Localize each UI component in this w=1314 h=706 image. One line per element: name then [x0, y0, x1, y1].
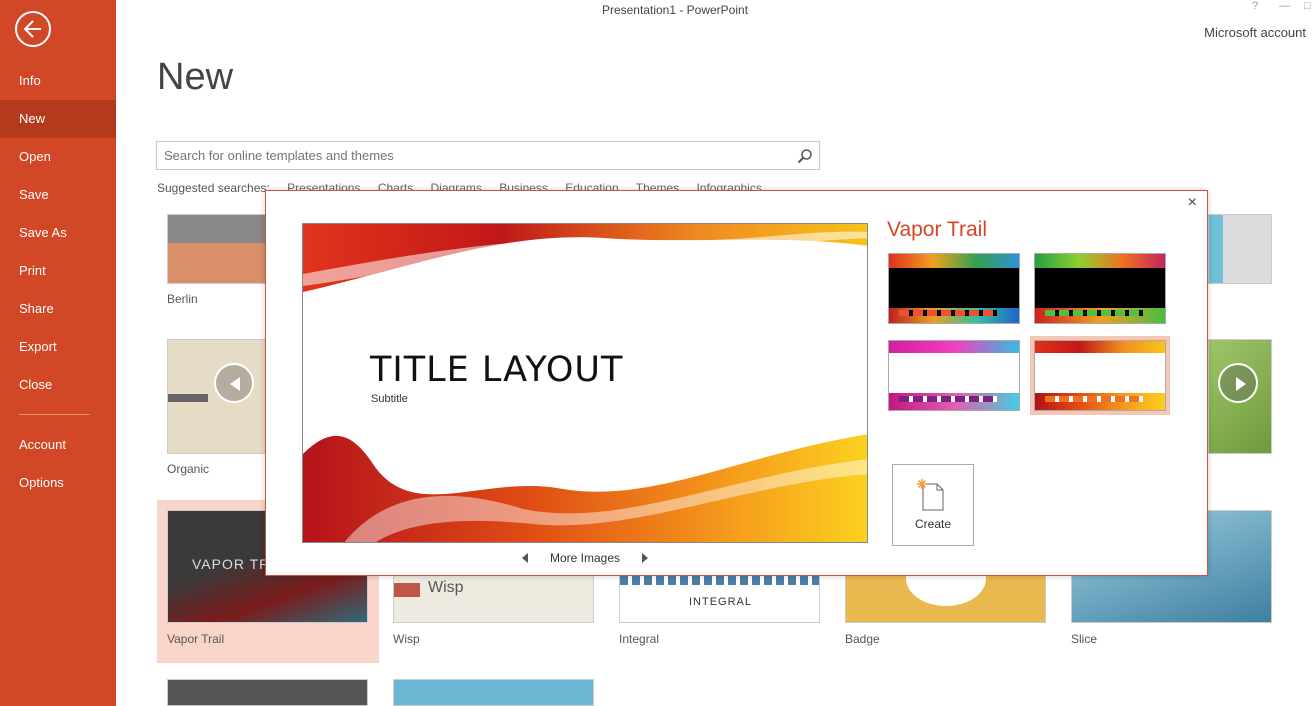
template-thumbnail — [167, 339, 267, 454]
arrow-left-icon — [230, 377, 240, 391]
template-name: Slice — [1071, 632, 1098, 646]
search-icon[interactable] — [797, 148, 813, 164]
variant-thumbnail-2[interactable] — [1034, 253, 1166, 324]
minimize-button[interactable]: — — [1279, 0, 1290, 12]
restore-button[interactable]: □ — [1304, 0, 1311, 12]
create-button-label: Create — [914, 517, 952, 531]
variant-thumbnail-3[interactable] — [888, 340, 1020, 411]
triangle-left-icon[interactable] — [521, 553, 529, 563]
sidebar-item-share[interactable]: Share — [0, 290, 116, 328]
sidebar-divider — [19, 414, 90, 415]
template-name: Wisp — [393, 632, 420, 646]
slide-preview: TITLE LAYOUT Subtitle — [302, 223, 868, 543]
page-title: New — [157, 56, 234, 98]
sidebar-item-open[interactable]: Open — [0, 138, 116, 176]
slide-title: TITLE LAYOUT — [370, 350, 624, 390]
previous-template-button[interactable] — [214, 363, 254, 403]
sidebar-item-save[interactable]: Save — [0, 176, 116, 214]
template-name: Organic — [167, 462, 210, 476]
slide-subtitle: Subtitle — [371, 393, 408, 405]
template-search-box — [156, 141, 820, 170]
sidebar-item-export[interactable]: Export — [0, 328, 116, 366]
sidebar-item-close[interactable]: Close — [0, 366, 116, 404]
sidebar-item-print[interactable]: Print — [0, 252, 116, 290]
variant-thumbnail-1[interactable] — [888, 253, 1020, 324]
backstage-sidebar: Info New Open Save Save As Print Share E… — [0, 0, 116, 706]
close-icon[interactable]: × — [1188, 194, 1197, 212]
template-thumbnail — [167, 679, 368, 706]
sidebar-item-save-as[interactable]: Save As — [0, 214, 116, 252]
triangle-right-icon[interactable] — [641, 553, 649, 563]
next-template-button[interactable] — [1218, 363, 1258, 403]
sidebar-item-info[interactable]: Info — [0, 62, 116, 100]
help-button[interactable]: ? — [1252, 0, 1258, 12]
sidebar-item-new[interactable]: New — [0, 100, 116, 138]
template-thumbnail — [393, 679, 594, 706]
thumbnail-title: Wisp — [428, 579, 464, 596]
variant-thumbnail-4[interactable] — [1030, 336, 1170, 415]
sidebar-item-options[interactable]: Options — [0, 464, 116, 502]
template-thumbnail — [1208, 214, 1272, 284]
new-document-icon — [917, 479, 944, 511]
microsoft-account-link[interactable]: Microsoft account — [1204, 25, 1306, 40]
thumbnail-title: INTEGRAL — [688, 596, 752, 608]
search-input[interactable] — [157, 142, 787, 169]
create-button[interactable]: Create — [892, 464, 974, 546]
window-title: Presentation1 - PowerPoint — [601, 3, 749, 17]
theme-name: Vapor Trail — [887, 218, 987, 241]
more-images-label: More Images — [550, 551, 621, 565]
template-name: Vapor Trail — [167, 632, 225, 646]
template-name: Badge — [845, 632, 880, 646]
arrow-right-icon — [1236, 377, 1246, 391]
template-name: Integral — [619, 632, 660, 646]
template-name: Berlin — [167, 292, 198, 306]
back-arrow-icon[interactable] — [15, 11, 51, 47]
template-preview-dialog: × TITLE LAYOUT Subtitle More Images Vapo… — [265, 190, 1208, 576]
thumbnail-title: VAPOR TR — [192, 556, 271, 572]
sidebar-item-account[interactable]: Account — [0, 426, 116, 464]
suggested-label: Suggested searches: — [157, 181, 270, 195]
